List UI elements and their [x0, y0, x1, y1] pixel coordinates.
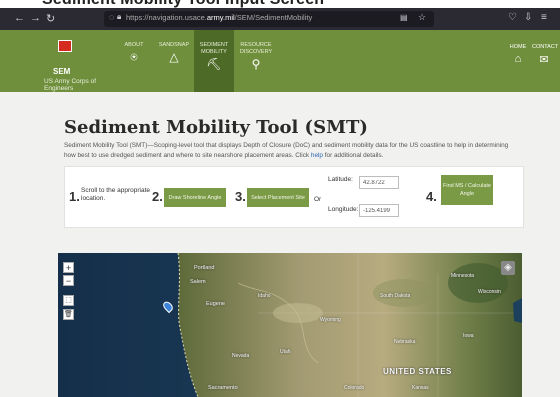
latitude-label: Latitude: [328, 176, 353, 183]
map-label: Sacramento [208, 385, 238, 391]
menu-item-sediment-mobility[interactable]: SEDIMENT MOBILITY ⛏ [194, 30, 234, 92]
site-header: SEM US Army Corps of Engineers ABOUT ⍟ S… [0, 30, 560, 92]
or-label: Or [314, 196, 322, 203]
description-text-end: for additional details. [322, 152, 384, 159]
help-link[interactable]: help [311, 152, 323, 159]
map-label-country: UNITED STATES [383, 367, 452, 376]
triangle-icon: △ [169, 50, 179, 64]
map-label: Minnesota [451, 273, 475, 279]
map-label: Wisconsin [478, 289, 501, 295]
map-label: Iowa [463, 333, 474, 339]
menu-item-label: RESOURCE DISCOVERY [239, 42, 273, 55]
address-bar[interactable]: ◌ 🔒︎ https://navigation.usace.army.mil/S… [104, 11, 434, 27]
menu-item-home[interactable]: HOME ⌂ [506, 30, 530, 92]
search-icon: ⚲ [251, 57, 261, 71]
find-ms-calculate-angle-button[interactable]: Find MS / Calculate Angle [441, 175, 493, 205]
page-title: Sediment Mobility Tool (SMT) [64, 117, 368, 138]
figure-caption: Sediment Mobility Tool Input Screen [0, 0, 560, 8]
menu-item-contact[interactable]: CONTACT ✉ [532, 30, 559, 92]
zoom-out-button[interactable]: − [63, 275, 74, 286]
map-label: Nebraska [394, 339, 416, 345]
app-menu-icon[interactable]: ≡ [541, 12, 547, 23]
trash-icon[interactable]: 🗑︎ [63, 309, 74, 320]
menu-item-label: CONTACT [532, 44, 559, 50]
map-label: Utah [280, 349, 291, 355]
longitude-input[interactable] [359, 204, 399, 217]
step-2-number: 2. [152, 189, 163, 204]
menu-item-label: HOME [509, 44, 527, 50]
map-label: Nevada [232, 353, 250, 359]
shield-icon: ◌ [109, 12, 115, 22]
menu-item-label: SANDSNAP [158, 42, 190, 48]
forward-icon[interactable]: → [30, 12, 41, 24]
menu-item-label: SEDIMENT MOBILITY [199, 42, 229, 55]
layers-icon[interactable]: ◈ [501, 261, 515, 275]
steps-panel: 1. Scroll to the appropriate location. 2… [64, 166, 524, 228]
map-view[interactable]: + − ⬚ 🗑︎ ◈ Portland Salem Eugene Idaho W… [58, 253, 522, 397]
mail-icon: ✉ [539, 54, 549, 66]
figure-caption-text: Sediment Mobility Tool Input Screen [42, 0, 324, 8]
map-label: Portland [194, 265, 215, 271]
back-icon[interactable]: ← [14, 12, 25, 24]
page-description: Sediment Mobility Tool (SMT)—Scoping-lev… [64, 141, 519, 161]
longitude-label: Longitude: [328, 206, 359, 213]
logo-subtitle: US Army Corps of Engineers [44, 78, 97, 92]
crane-icon: ⛏ [206, 57, 222, 71]
reader-mode-icon[interactable]: ▤ [400, 13, 408, 22]
url-text: https://navigation.usace.army.mil/SEM/Se… [126, 13, 313, 22]
browser-toolbar: ← → ↻ ◌ 🔒︎ https://navigation.usace.army… [0, 8, 560, 30]
map-label: South Dakota [380, 293, 411, 299]
lock-icon: 🔒︎ [117, 12, 122, 21]
logo-abbr: SEM [53, 67, 71, 76]
map-label: Wyoming [320, 317, 341, 323]
lightbulb-icon: ⍟ [130, 50, 138, 64]
zoom-in-button[interactable]: + [63, 262, 74, 273]
bookmark-star-icon[interactable]: ☆ [418, 12, 426, 23]
description-text: Sediment Mobility Tool (SMT)—Scoping-lev… [64, 142, 509, 159]
home-icon: ⌂ [514, 53, 522, 65]
menu-item-about[interactable]: ABOUT ⍟ [114, 30, 154, 92]
sem-logo[interactable]: SEM US Army Corps of Engineers [44, 40, 96, 92]
pocket-icon[interactable]: ♡ [508, 12, 517, 23]
downloads-icon[interactable]: ⇩ [524, 12, 532, 23]
step-4-number: 4. [426, 189, 437, 204]
map-label: Idaho [258, 293, 271, 299]
map-label: Colorado [344, 385, 365, 391]
menu-item-resource-discovery[interactable]: RESOURCE DISCOVERY ⚲ [234, 30, 278, 92]
step-3-number: 3. [235, 189, 246, 204]
map-label: Eugene [206, 301, 225, 307]
castle-logo-icon [58, 40, 72, 52]
menu-item-sandsnap[interactable]: SANDSNAP △ [154, 30, 194, 92]
step-1-number: 1. [69, 189, 80, 204]
select-placement-site-button[interactable]: Select Placement Site [247, 188, 309, 207]
menu-item-label: ABOUT [124, 42, 144, 48]
map-label: Salem [190, 279, 206, 285]
reload-icon[interactable]: ↻ [46, 12, 55, 25]
draw-tool-icon[interactable]: ⬚ [63, 295, 74, 306]
step-1-text: Scroll to the appropriate location. [81, 187, 151, 202]
latitude-input[interactable] [359, 176, 399, 189]
map-label: Kansas [412, 385, 429, 391]
draw-shoreline-angle-button[interactable]: Draw Shoreline Angle [164, 188, 226, 207]
